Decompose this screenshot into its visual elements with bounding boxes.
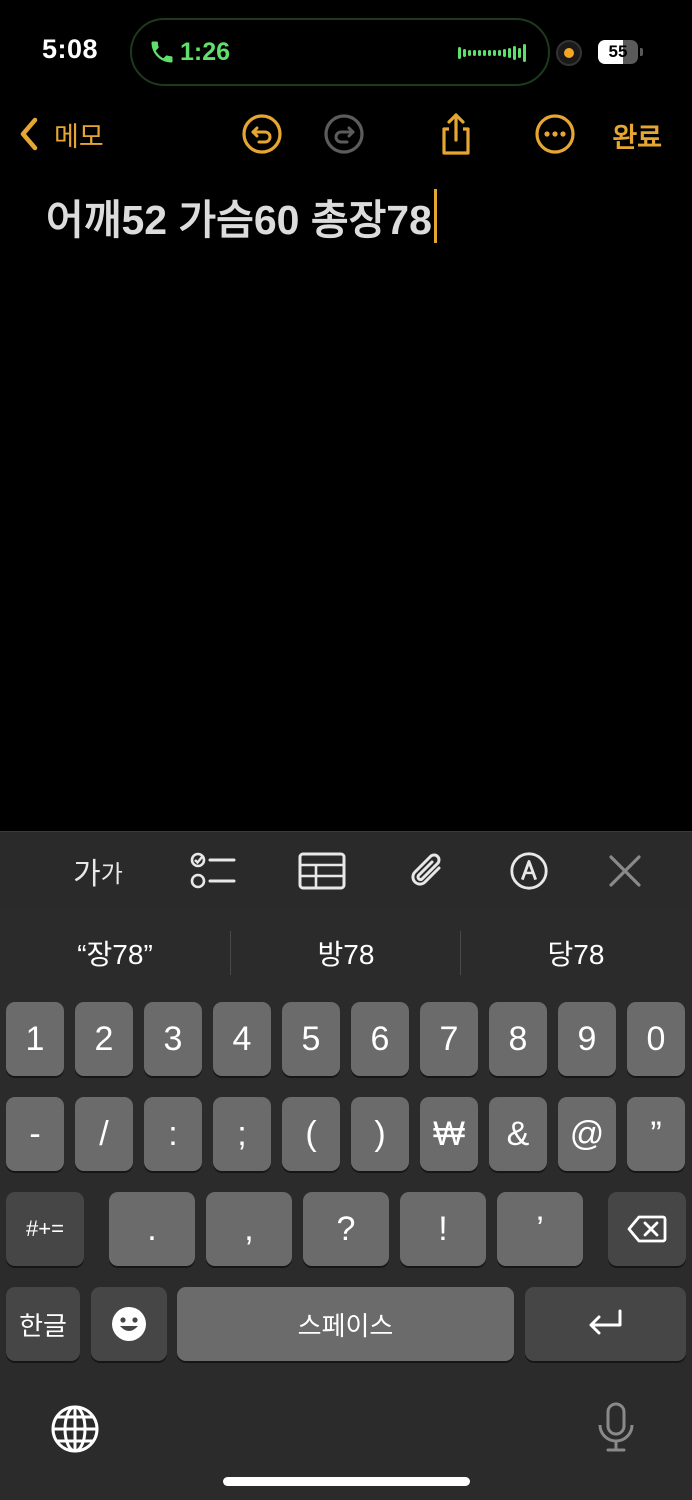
suggestion-3[interactable]: 당78 (461, 933, 691, 973)
format-toolbar: 가가 (0, 831, 692, 909)
key-5[interactable]: 5 (282, 1002, 340, 1076)
key-comma[interactable]: , (206, 1192, 292, 1266)
notes-screen: 5:08 1:26 55 메모 완료 어깨52 가슴60 총장78 가 가 “장… (0, 0, 692, 1500)
privacy-indicator-icon (556, 40, 582, 66)
markup-icon[interactable] (507, 850, 551, 892)
key-4[interactable]: 4 (213, 1002, 271, 1076)
home-indicator[interactable] (223, 1477, 470, 1486)
microphone-icon[interactable] (590, 1401, 642, 1453)
suggestion-bar: “장78” 방78 당78 (0, 909, 692, 999)
done-button[interactable]: 완료 (612, 116, 662, 155)
text-style-label-b: 가 (100, 860, 123, 888)
key-7[interactable]: 7 (420, 1002, 478, 1076)
key-period[interactable]: . (109, 1192, 195, 1266)
note-body[interactable]: 어깨52 가슴60 총장78 (46, 186, 437, 246)
return-icon (589, 1309, 621, 1335)
delete-key[interactable] (608, 1192, 686, 1266)
key-apostrophe[interactable]: ’ (497, 1192, 583, 1266)
key-question[interactable]: ? (303, 1192, 389, 1266)
key-open-paren[interactable]: ( (282, 1097, 340, 1171)
keyboard: “장78” 방78 당78 1 2 3 4 5 6 7 8 9 0 - / : … (0, 909, 692, 1500)
symbols-toggle-key[interactable]: #+= (6, 1192, 84, 1266)
key-hyphen[interactable]: - (6, 1097, 64, 1171)
key-6[interactable]: 6 (351, 1002, 409, 1076)
table-icon[interactable] (298, 850, 346, 892)
call-duration: 1:26 (180, 38, 231, 66)
key-close-paren[interactable]: ) (351, 1097, 409, 1171)
return-key[interactable] (525, 1287, 686, 1361)
redo-icon[interactable] (322, 112, 366, 156)
key-1[interactable]: 1 (6, 1002, 64, 1076)
undo-icon[interactable] (240, 112, 284, 156)
suggestion-2[interactable]: 방78 (231, 933, 461, 973)
back-button[interactable]: 메모 (14, 112, 104, 156)
key-semicolon[interactable]: ; (213, 1097, 271, 1171)
key-quote[interactable]: ” (627, 1097, 685, 1171)
key-3[interactable]: 3 (144, 1002, 202, 1076)
emoji-key[interactable] (91, 1287, 167, 1361)
text-style-label-a: 가 (73, 858, 101, 891)
share-icon[interactable] (434, 112, 478, 156)
key-8[interactable]: 8 (489, 1002, 547, 1076)
attachment-icon[interactable] (406, 850, 448, 892)
more-icon[interactable] (533, 112, 577, 156)
key-at[interactable]: @ (558, 1097, 616, 1171)
checklist-icon[interactable] (188, 850, 236, 892)
delete-icon (627, 1215, 667, 1243)
key-ampersand[interactable]: & (489, 1097, 547, 1171)
space-key[interactable]: 스페이스 (177, 1287, 514, 1361)
globe-icon[interactable] (49, 1403, 101, 1455)
battery-indicator: 55 (598, 40, 643, 64)
note-text: 어깨52 가슴60 총장78 (46, 197, 432, 243)
chevron-left-icon (20, 117, 38, 151)
emoji-icon (112, 1307, 146, 1341)
audio-waveform-icon (458, 44, 526, 62)
key-0[interactable]: 0 (627, 1002, 685, 1076)
key-9[interactable]: 9 (558, 1002, 616, 1076)
close-icon[interactable] (606, 850, 644, 892)
text-style-button[interactable]: 가가 (66, 850, 130, 892)
text-cursor (433, 189, 437, 243)
status-time: 5:08 (42, 34, 99, 64)
key-won[interactable]: ₩ (420, 1097, 478, 1171)
back-label: 메모 (54, 121, 104, 152)
dynamic-island-call[interactable]: 1:26 (130, 18, 550, 86)
key-colon[interactable]: : (144, 1097, 202, 1171)
language-key[interactable]: 한글 (6, 1287, 80, 1361)
suggestion-1[interactable]: “장78” (0, 933, 230, 973)
key-2[interactable]: 2 (75, 1002, 133, 1076)
key-exclamation[interactable]: ! (400, 1192, 486, 1266)
key-slash[interactable]: / (75, 1097, 133, 1171)
phone-icon (151, 41, 173, 63)
